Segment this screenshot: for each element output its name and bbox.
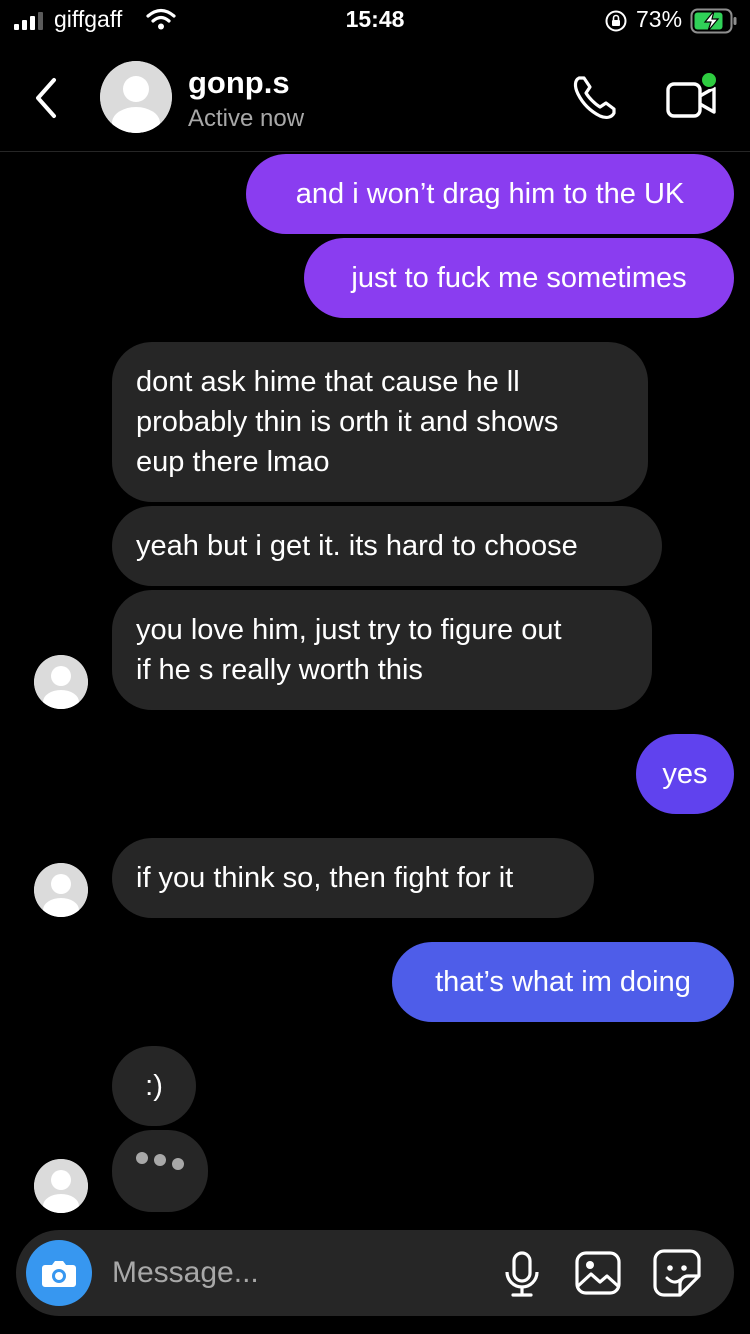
received-message[interactable]: you love him, just try to figure out if … (112, 590, 652, 710)
gallery-icon[interactable] (574, 1250, 622, 1296)
camera-icon (42, 1261, 76, 1287)
message-text: that’s what im doing (435, 966, 691, 998)
back-chevron-icon[interactable] (30, 74, 64, 122)
message-input[interactable] (112, 1252, 472, 1294)
message-text: you love him, just try to figure out if … (136, 614, 562, 686)
sender-avatar[interactable] (34, 863, 88, 917)
sent-message[interactable]: just to fuck me sometimes (304, 238, 734, 318)
contact-avatar[interactable] (100, 61, 172, 133)
phone-call-icon[interactable] (570, 72, 620, 122)
message-text: yeah but i get it. its hard to choose (136, 530, 578, 562)
message-text: if you think so, then fight for it (136, 862, 514, 894)
message-text: dont ask hime that cause he ll probably … (136, 366, 559, 478)
message-composer (16, 1230, 734, 1316)
contact-name[interactable]: gonp.s (188, 65, 290, 101)
typing-indicator (112, 1130, 208, 1212)
sent-message[interactable]: yes (636, 734, 734, 814)
status-bar: giffgaff 15:48 73% (0, 0, 750, 44)
message-text: and i won’t drag him to the UK (295, 178, 685, 210)
sender-avatar[interactable] (34, 1159, 88, 1213)
orientation-lock-icon (605, 10, 627, 32)
battery-percentage: 73% (636, 6, 683, 32)
received-message[interactable]: yeah but i get it. its hard to choose (112, 506, 662, 586)
microphone-icon[interactable] (502, 1250, 542, 1298)
video-call-icon[interactable] (664, 70, 720, 124)
battery-charging-icon (690, 8, 737, 34)
received-message[interactable]: if you think so, then fight for it (112, 838, 594, 918)
contact-activity-status: Active now (188, 105, 305, 132)
chat-header: gonp.s Active now (0, 44, 750, 152)
sent-message[interactable]: that’s what im doing (392, 942, 734, 1022)
received-message[interactable]: :) (112, 1046, 196, 1126)
camera-button[interactable] (26, 1240, 92, 1306)
sent-message[interactable]: and i won’t drag him to the UK (246, 154, 734, 234)
sticker-icon[interactable] (652, 1248, 702, 1298)
message-text: yes (662, 758, 708, 790)
received-message[interactable]: dont ask hime that cause he ll probably … (112, 342, 648, 502)
sender-avatar[interactable] (34, 655, 88, 709)
message-text: just to fuck me sometimes (351, 262, 687, 294)
message-text: :) (145, 1070, 163, 1102)
